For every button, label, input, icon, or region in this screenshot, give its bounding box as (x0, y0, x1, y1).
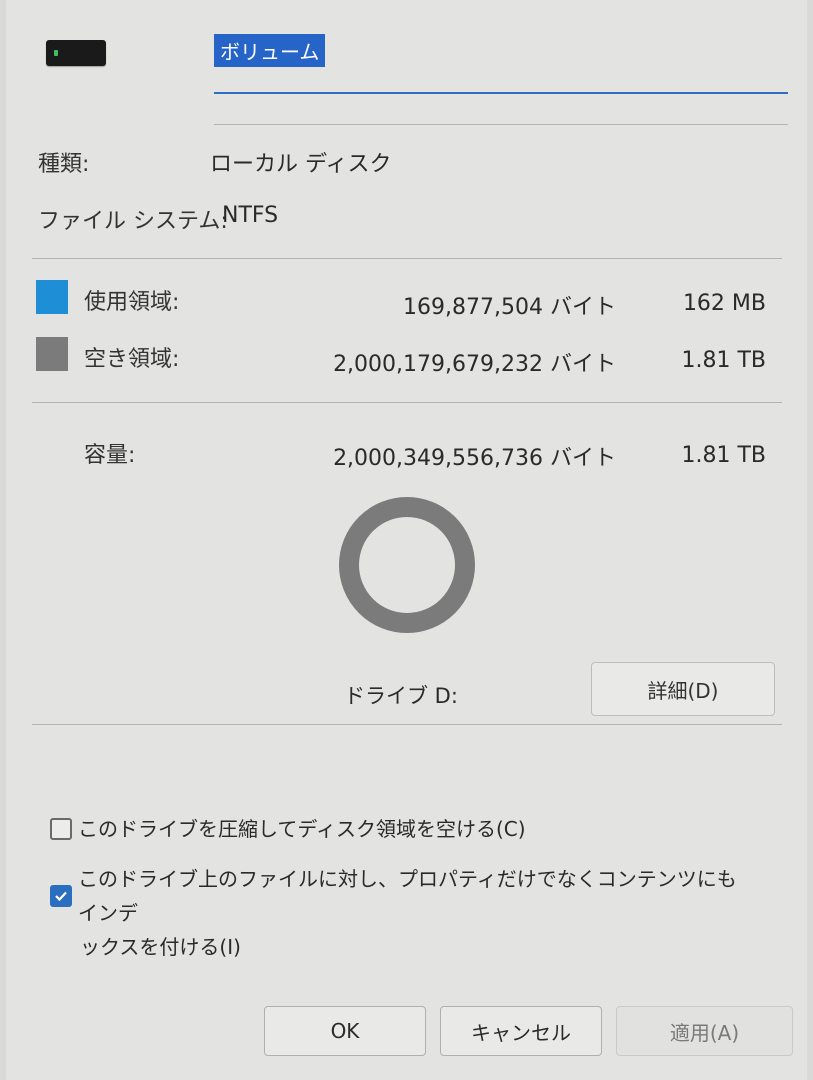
drive-letter-label: ドライブ D: (344, 684, 458, 708)
free-space-size: 1.81 TB (681, 348, 766, 373)
used-space-bytes: 169,877,504 バイト (403, 295, 616, 320)
index-label-line2: ックスを付ける(I) (80, 935, 241, 959)
ok-button[interactable]: OK (264, 1006, 426, 1056)
drive-icon (46, 40, 106, 66)
donut-free-ring (339, 497, 475, 633)
divider (32, 402, 782, 403)
volume-name-text: ボリューム (214, 34, 326, 67)
index-option[interactable]: このドライブ上のファイルに対し、プロパティだけでなくコンテンツにもインデ ックス… (50, 862, 750, 964)
compress-checkbox[interactable] (50, 818, 72, 840)
free-space-label: 空き領域: (84, 347, 180, 372)
divider (32, 258, 782, 259)
free-space-swatch (36, 337, 68, 371)
cancel-button[interactable]: キャンセル (440, 1006, 602, 1056)
volume-name-input[interactable]: ボリューム (214, 26, 788, 94)
apply-button[interactable]: 適用(A) (616, 1006, 793, 1056)
index-checkbox[interactable] (50, 885, 72, 907)
filesystem-label: ファイル システム: (38, 209, 228, 234)
disk-cleanup-button[interactable]: 詳細(D) (591, 662, 775, 716)
capacity-bytes: 2,000,349,556,736 バイト (333, 446, 616, 471)
used-space-label: 使用領域: (84, 290, 180, 315)
free-space-bytes: 2,000,179,679,232 バイト (333, 352, 616, 377)
usage-donut-chart (339, 497, 475, 633)
used-space-size: 162 MB (682, 291, 766, 316)
type-value: ローカル ディスク (210, 152, 392, 177)
capacity-label: 容量: (84, 443, 136, 468)
compress-option[interactable]: このドライブを圧縮してディスク領域を空ける(C) (50, 812, 526, 846)
used-space-swatch (36, 280, 68, 314)
index-label-line1: このドライブ上のファイルに対し、プロパティだけでなくコンテンツにもインデ (78, 867, 737, 925)
divider (32, 724, 782, 725)
filesystem-value: NTFS (222, 203, 279, 228)
divider (214, 124, 788, 125)
properties-panel: ボリューム 種類: ローカル ディスク ファイル システム: NTFS 使用領域… (6, 0, 807, 1080)
capacity-size: 1.81 TB (681, 443, 766, 468)
compress-label: このドライブを圧縮してディスク領域を空ける(C) (78, 817, 526, 841)
type-label: 種類: (38, 152, 90, 177)
